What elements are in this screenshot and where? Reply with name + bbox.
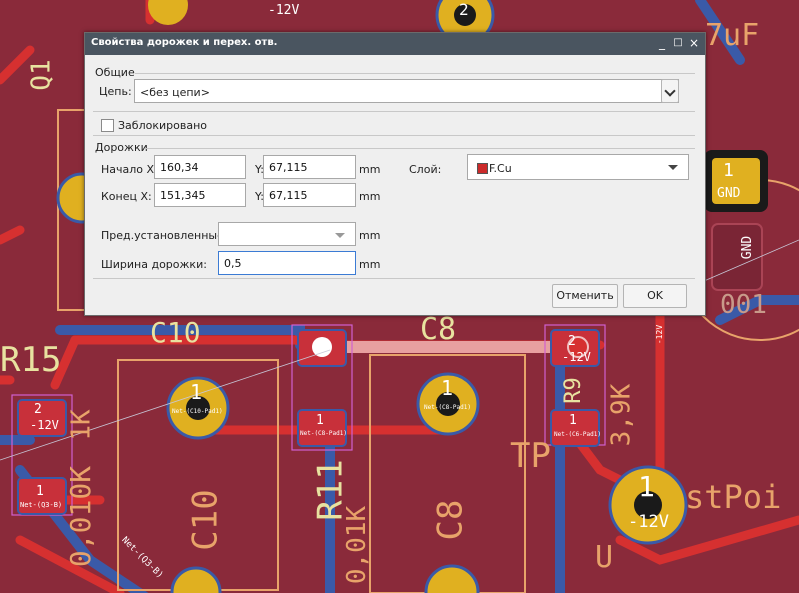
start-unit: mm xyxy=(359,163,381,176)
end-x-label: Конец X: xyxy=(101,190,152,203)
chevron-down-icon xyxy=(664,85,676,97)
layer-select[interactable]: F.Cu xyxy=(467,154,689,180)
silk-text: R15 xyxy=(0,340,62,380)
start-y-input[interactable] xyxy=(263,155,356,179)
silk-text: Q1 xyxy=(26,59,57,91)
layer-value: F.Cu xyxy=(489,162,512,175)
locked-checkbox[interactable] xyxy=(101,119,114,132)
pad-number: 2 xyxy=(34,402,42,417)
pad-number: 1 xyxy=(36,484,44,499)
silk-text: 0,01K xyxy=(342,505,373,585)
silk-text: 7uF xyxy=(705,18,760,53)
chevron-down-icon xyxy=(668,165,678,170)
track-width-unit: mm xyxy=(359,258,381,271)
predefined-unit: mm xyxy=(359,229,381,242)
pad-number: 1 xyxy=(723,160,734,181)
net-dropdown-button[interactable] xyxy=(661,79,679,103)
net-label: Net-(C8-Pad1) xyxy=(424,404,471,411)
pad-number: 1 xyxy=(441,376,454,400)
group-divider xyxy=(93,278,695,279)
dialog-titlebar[interactable]: Свойства дорожек и перех. отв. _ □ × xyxy=(85,33,705,55)
net-label: GND xyxy=(717,186,741,201)
minimize-button[interactable]: _ xyxy=(655,36,669,50)
silk-text: U xyxy=(595,540,614,575)
net-label: -12V xyxy=(628,512,669,532)
net-label: -12V xyxy=(268,3,300,18)
silk-text: C10 xyxy=(185,489,226,551)
start-x-input[interactable] xyxy=(154,155,246,179)
silk-text: C10 xyxy=(150,316,201,349)
net-label: Net-(Q3-B) xyxy=(20,501,63,509)
pad-number: 1 xyxy=(569,413,577,428)
layer-label: Слой: xyxy=(409,163,442,176)
chevron-down-icon xyxy=(335,233,345,238)
silk-text: 1K xyxy=(66,409,97,441)
pad-number: 1 xyxy=(638,470,655,503)
pad-number: 1 xyxy=(316,413,324,428)
silk-text: stPoi xyxy=(685,478,782,516)
net-label: Цепь: xyxy=(99,85,132,98)
group-divider xyxy=(93,135,695,136)
locked-label: Заблокировано xyxy=(118,119,207,132)
silk-text: C8 xyxy=(430,499,471,541)
end-unit: mm xyxy=(359,190,381,203)
group-divider xyxy=(135,73,695,74)
group-divider xyxy=(145,148,695,149)
silk-text: R9 xyxy=(560,377,586,404)
general-group-label: Общие xyxy=(95,66,135,79)
tracks-group-label: Дорожки xyxy=(95,141,148,154)
net-label: Net-(C8-Pad1) xyxy=(300,430,347,437)
track-via-properties-dialog: Свойства дорожек и перех. отв. _ □ × Общ… xyxy=(84,32,706,316)
start-x-label: Начало X: xyxy=(101,163,158,176)
cancel-button[interactable]: Отменить xyxy=(552,284,618,308)
net-label: Net-(C6-Pad1) xyxy=(554,431,601,438)
silk-text: 0,010K xyxy=(64,465,98,568)
net-label: -12V xyxy=(30,418,59,432)
silk-text: 3,9K xyxy=(606,383,637,447)
pad-number: 2 xyxy=(459,0,469,19)
close-button[interactable]: × xyxy=(687,36,701,50)
net-combo-value: <без цепи> xyxy=(140,86,210,99)
predefined-label: Пред.установленные: xyxy=(101,229,228,242)
dialog-title: Свойства дорожек и перех. отв. xyxy=(91,37,278,48)
end-y-input[interactable] xyxy=(263,183,356,207)
net-combo[interactable]: <без цепи> xyxy=(134,79,679,103)
silk-text: TP xyxy=(510,436,551,476)
layer-color-swatch xyxy=(477,163,488,174)
net-label: -12V xyxy=(562,350,591,364)
predefined-select[interactable] xyxy=(218,222,356,246)
net-label: GND xyxy=(740,235,756,260)
ok-button[interactable]: OK xyxy=(623,284,687,308)
silk-text: C8 xyxy=(420,312,457,347)
track-width-input[interactable] xyxy=(218,251,356,275)
end-x-input[interactable] xyxy=(154,183,246,207)
pad-number: 2 xyxy=(568,334,576,349)
pad-number: 1 xyxy=(190,380,203,404)
group-divider xyxy=(93,111,695,112)
maximize-button[interactable]: □ xyxy=(671,36,685,50)
track-width-label: Ширина дорожки: xyxy=(101,258,207,271)
silk-text: 001 xyxy=(720,290,767,320)
net-label: -12V xyxy=(655,324,665,345)
net-label: Net-(C10-Pad1) xyxy=(172,408,223,415)
